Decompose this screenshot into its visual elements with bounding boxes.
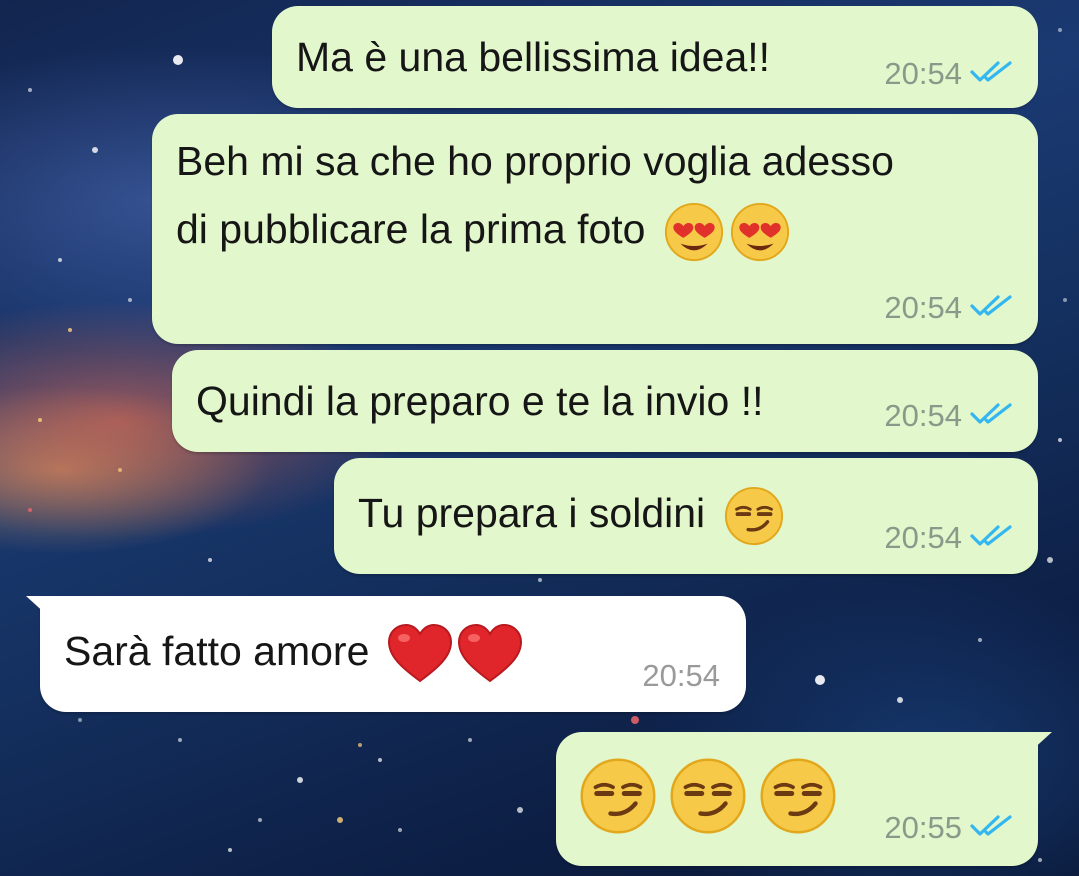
message-meta: 20:55 — [884, 810, 1014, 846]
message-time: 20:54 — [884, 398, 962, 433]
message-bubble-outgoing[interactable]: Beh mi sa che ho proprio voglia adesso d… — [152, 114, 1038, 344]
red-heart-emoji — [387, 624, 452, 683]
double-check-icon — [970, 60, 1014, 89]
message-time: 20:54 — [642, 658, 720, 693]
message-text: Ma è una bellissima idea!! — [296, 34, 771, 80]
bubble-tail — [26, 596, 48, 616]
message-text-content: Sarà fatto amore — [64, 628, 370, 674]
double-check-icon — [970, 814, 1014, 843]
message-meta: 20:54 — [884, 290, 1014, 326]
double-check-icon — [970, 524, 1014, 553]
smirk-emoji — [760, 758, 836, 834]
smirk-emoji — [580, 758, 656, 834]
double-check-icon — [970, 294, 1014, 323]
message-text-line-2: di pubblicare la prima foto — [176, 198, 791, 263]
message-text-line-2-text: di pubblicare la prima foto — [176, 206, 646, 252]
smirk-emoji — [724, 487, 783, 546]
message-meta: 20:54 — [884, 398, 1014, 434]
message-time: 20:55 — [884, 810, 962, 845]
emoji-message — [578, 756, 838, 836]
message-meta: 20:54 — [884, 520, 1014, 556]
message-bubble-outgoing[interactable]: Ma è una bellissima idea!! 20:54 — [272, 6, 1038, 108]
heart-eyes-emoji — [730, 203, 789, 262]
message-meta: 20:54 — [884, 56, 1014, 92]
message-text: Tu prepara i soldini — [358, 482, 785, 547]
double-check-icon — [970, 402, 1014, 431]
message-text: Sarà fatto amore — [64, 620, 523, 685]
message-text: Quindi la preparo e te la invio !! — [196, 378, 764, 424]
message-time: 20:54 — [884, 520, 962, 555]
smirk-emoji — [670, 758, 746, 834]
message-time: 20:54 — [884, 56, 962, 91]
red-heart-emoji — [457, 624, 522, 683]
message-time: 20:54 — [884, 290, 962, 325]
message-text-line-1: Beh mi sa che ho proprio voglia adesso — [176, 138, 894, 184]
message-bubble-incoming[interactable]: Sarà fatto amore 20:54 — [26, 596, 746, 712]
message-bubble-outgoing[interactable]: 20:55 — [556, 732, 1052, 866]
bubble-tail — [1030, 732, 1052, 752]
heart-eyes-emoji — [664, 203, 723, 262]
message-meta: 20:54 — [642, 658, 720, 694]
message-text-content: Tu prepara i soldini — [358, 490, 706, 536]
message-bubble-outgoing[interactable]: Quindi la preparo e te la invio !! 20:54 — [172, 350, 1038, 452]
message-bubble-outgoing[interactable]: Tu prepara i soldini 20:54 — [334, 458, 1038, 574]
